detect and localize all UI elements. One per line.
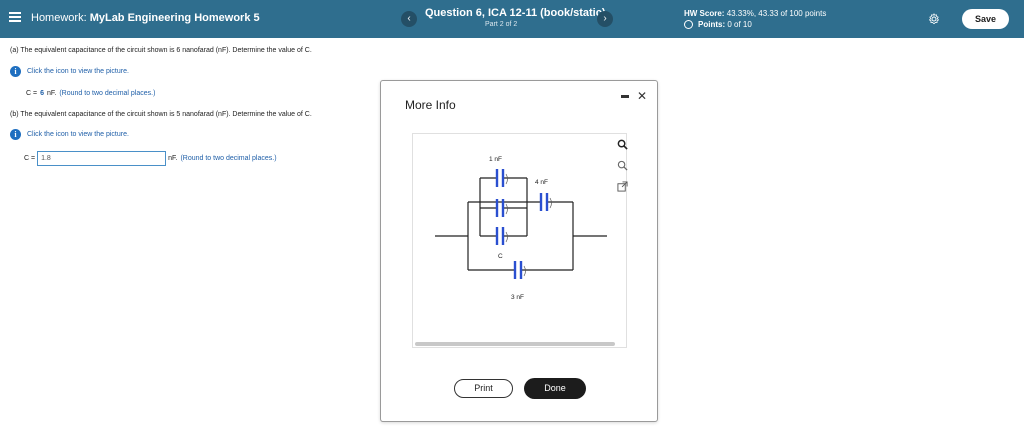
more-info-dialog: More Info ✕ 1 nF 4 nF C 3 nF Print Done — [380, 80, 658, 422]
points-circle-icon — [684, 20, 693, 29]
homework-prefix: Homework: — [31, 12, 87, 24]
part-a-answer-value: 6 — [40, 90, 44, 97]
part-a-question: (a) The equivalent capacitance of the ci… — [10, 47, 312, 54]
circuit-picture: 1 nF 4 nF C 3 nF — [412, 133, 627, 348]
circuit-diagram: 1 nF 4 nF C 3 nF — [435, 156, 607, 301]
hw-score: HW Score: 43.33%, 43.33 of 100 points — [684, 9, 826, 18]
cap-c-label: C — [498, 253, 503, 260]
part-b-prefix: C = — [24, 155, 36, 162]
part-a-info-link[interactable]: Click the icon to view the picture. — [27, 68, 129, 75]
part-b-hint: (Round to two decimal places.) — [180, 155, 277, 162]
info-icon[interactable]: i — [10, 129, 21, 140]
horizontal-scrollbar[interactable] — [415, 342, 615, 346]
homework-name: MyLab Engineering Homework 5 — [89, 12, 260, 24]
close-icon[interactable]: ✕ — [637, 90, 647, 102]
open-external-icon[interactable] — [617, 181, 628, 192]
points: Points: 0 of 10 — [684, 20, 752, 29]
dialog-title: More Info — [405, 98, 456, 112]
hw-score-label: HW Score: — [684, 9, 725, 18]
next-question-button[interactable]: › — [597, 11, 613, 27]
part-b-info-row[interactable]: i Click the icon to view the picture. — [10, 129, 129, 140]
part-b-answer-input[interactable] — [37, 151, 167, 166]
zoom-out-icon[interactable] — [617, 160, 628, 171]
done-button[interactable]: Done — [524, 378, 586, 399]
minimize-icon[interactable] — [621, 95, 629, 98]
print-button[interactable]: Print — [454, 379, 513, 398]
part-a-hint: (Round to two decimal places.) — [59, 90, 156, 97]
part-b-answer-row: C = nF. (Round to two decimal places.) — [24, 151, 277, 166]
menu-icon[interactable] — [9, 12, 21, 22]
cap-1nf-label: 1 nF — [489, 156, 502, 163]
hw-score-value: 43.33%, 43.33 of 100 points — [726, 9, 827, 18]
homework-title: Homework: MyLab Engineering Homework 5 — [31, 12, 260, 24]
top-bar: Homework: MyLab Engineering Homework 5 ‹… — [0, 0, 1024, 38]
part-b-question: (b) The equivalent capacitance of the ci… — [10, 111, 312, 118]
points-value: 0 of 10 — [727, 20, 752, 29]
cap-3nf-label: 3 nF — [511, 294, 524, 301]
question-title: Question 6, ICA 12-11 (book/static) — [425, 7, 606, 19]
part-b-unit: nF. — [168, 155, 178, 162]
cap-4nf-label: 4 nF — [535, 179, 548, 186]
part-a-prefix: C = — [26, 90, 38, 97]
part-a-info-row[interactable]: i Click the icon to view the picture. — [10, 66, 129, 77]
part-a-answer-row: C = 6 nF. (Round to two decimal places.) — [26, 90, 155, 97]
part-b-info-link[interactable]: Click the icon to view the picture. — [27, 131, 129, 138]
previous-question-button[interactable]: ‹ — [401, 11, 417, 27]
gear-icon[interactable] — [928, 13, 940, 25]
question-part: Part 2 of 2 — [485, 21, 518, 28]
part-a-unit: nF. — [47, 90, 57, 97]
zoom-in-icon[interactable] — [617, 139, 628, 150]
info-icon[interactable]: i — [10, 66, 21, 77]
save-button[interactable]: Save — [962, 9, 1009, 29]
points-label: Points: — [698, 20, 726, 29]
